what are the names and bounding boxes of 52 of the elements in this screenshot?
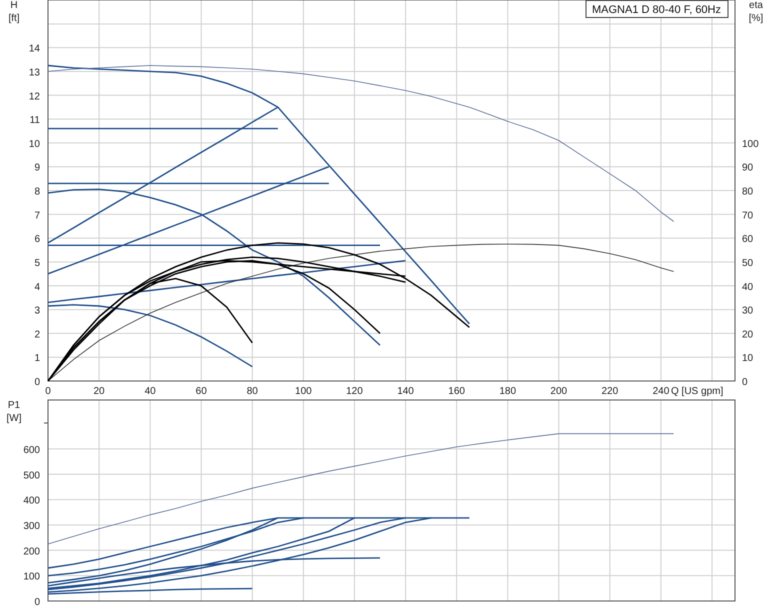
tick-label: 100 (23, 572, 40, 583)
tick-label: 5 (34, 258, 40, 269)
tick-label: 30 (742, 306, 754, 317)
tick-label: 6 (34, 234, 40, 246)
tick-label: 100 (742, 138, 759, 150)
tick-label: 140 (397, 386, 414, 397)
tick-label: 300 (23, 520, 40, 532)
axis-title: eta [%] (748, 0, 764, 24)
chart-title: MAGNA1 D 80-40 F, 60Hz (592, 4, 721, 16)
axis-title: P1 [W] (6, 400, 22, 424)
tick-label: 0 (34, 597, 40, 608)
tick-label: 13 (28, 67, 40, 78)
tick-label: 200 (23, 546, 40, 558)
tick-label: 120 (346, 386, 363, 397)
tick-label: 9 (34, 162, 40, 174)
tick-label: 200 (550, 386, 568, 397)
tick-label: 0 (45, 386, 51, 397)
tick-label: 20 (742, 329, 754, 340)
tick-label: 40 (742, 282, 754, 293)
tick-label: 2 (34, 329, 40, 340)
legend-box: MAGNA1 D 80-40 F, 60Hz (586, 0, 728, 18)
tick-label: 10 (742, 353, 754, 364)
tick-label: 160 (448, 386, 465, 397)
tick-label: 50 (742, 258, 754, 269)
tick-label: 60 (196, 386, 207, 397)
tick-label: 3 (34, 306, 40, 317)
tick-label: 80 (742, 186, 754, 198)
tick-label: 240 (652, 386, 670, 397)
tick-label: 180 (499, 386, 516, 397)
axis-title: H [ft] (8, 0, 20, 24)
tick-label: 4 (34, 282, 40, 293)
tick-label: 60 (742, 234, 754, 246)
tick-label: 12 (28, 91, 40, 102)
tick-label: 7 (34, 210, 40, 222)
tick-label: 10 (28, 138, 40, 150)
tick-label: 400 (23, 496, 40, 507)
tick-label: 500 (23, 470, 40, 482)
tick-label: 1 (34, 353, 40, 364)
tick-label: 40 (144, 386, 156, 397)
tick-label: 0 (742, 377, 748, 388)
tick-label: 90 (742, 162, 754, 174)
tick-label: 80 (246, 386, 258, 397)
tick-label: 220 (602, 386, 618, 397)
tick-label: 100 (295, 386, 312, 397)
tick-label: 8 (34, 186, 40, 198)
tick-label: 600 (23, 444, 40, 456)
tick-label: 20 (94, 386, 105, 397)
tick-label: 0 (34, 377, 40, 388)
tick-label: 70 (742, 210, 754, 222)
axis-title: Q [US gpm] (671, 386, 724, 397)
tick-label: 14 (28, 44, 40, 55)
tick-label: 11 (30, 115, 40, 126)
